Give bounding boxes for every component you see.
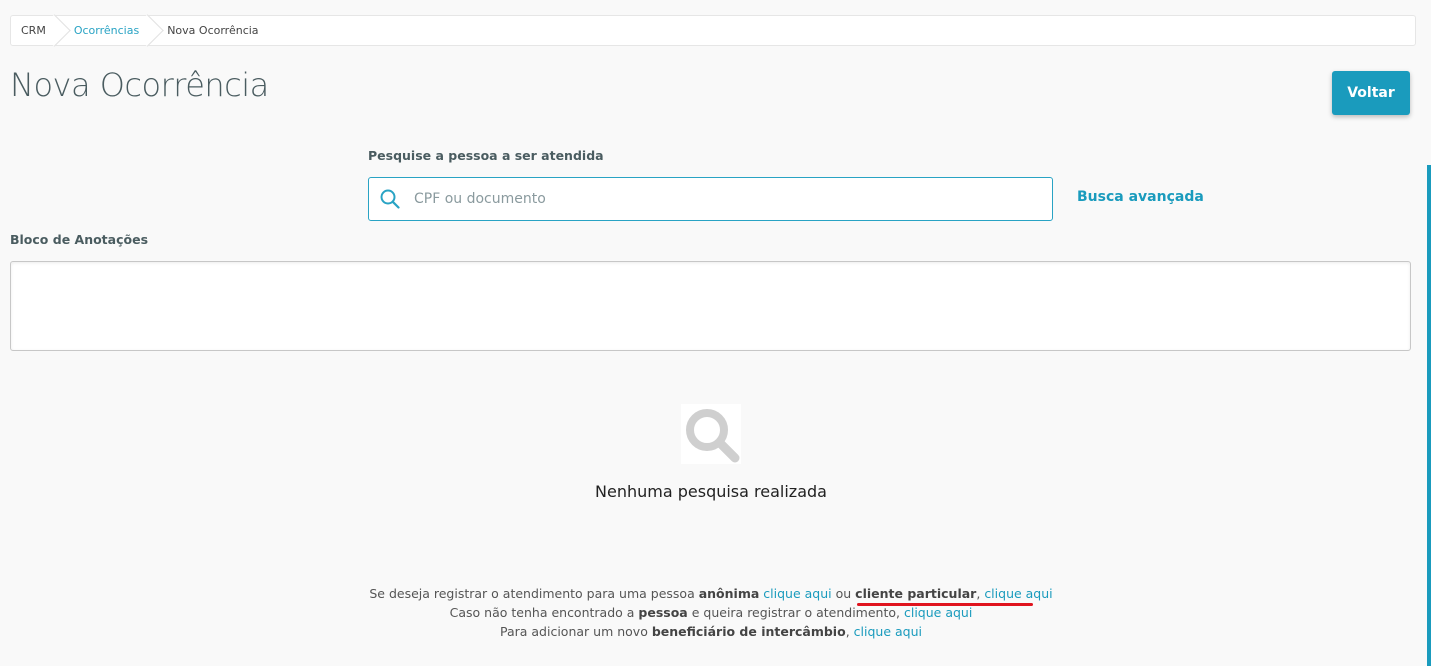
breadcrumb-item-current: Nova Ocorrência: [167, 24, 259, 37]
breadcrumb-item-ocorrencias[interactable]: Ocorrências: [60, 16, 153, 45]
scrollbar[interactable]: [1427, 165, 1431, 666]
anonymous-link[interactable]: clique aqui: [763, 586, 831, 601]
private-client-link[interactable]: clique aqui: [984, 586, 1052, 601]
breadcrumb: CRM Ocorrências Nova Ocorrência: [10, 15, 1416, 46]
info-line-person: Caso não tenha encontrado a pessoa e que…: [0, 605, 1422, 620]
search-icon: [380, 189, 400, 209]
empty-state-text: Nenhuma pesquisa realizada: [595, 482, 827, 501]
back-button[interactable]: Voltar: [1332, 71, 1410, 115]
info-text: Se deseja registrar o atendimento para u…: [369, 586, 695, 601]
search-input[interactable]: [412, 190, 1052, 208]
info-text: e queira registrar o atendimento,: [691, 605, 900, 620]
info-bold-exchange: beneficiário de intercâmbio: [651, 624, 846, 639]
info-bold-private-client: cliente particular: [855, 586, 977, 601]
info-text: ,: [976, 586, 981, 601]
search-field[interactable]: [368, 177, 1053, 221]
info-line-anonymous: Se deseja registrar o atendimento para u…: [0, 586, 1422, 601]
info-text: ,: [845, 624, 850, 639]
info-bold-anonymous: anônima: [698, 586, 760, 601]
exchange-beneficiary-link[interactable]: clique aqui: [854, 624, 922, 639]
breadcrumb-item-crm[interactable]: CRM: [11, 16, 60, 45]
info-text: Para adicionar um novo: [499, 624, 648, 639]
page-title: Nova Ocorrência: [10, 66, 269, 104]
info-line-exchange: Para adicionar um novo beneficiário de i…: [0, 624, 1422, 639]
info-bold-person: pessoa: [638, 605, 688, 620]
notes-label: Bloco de Anotações: [10, 232, 149, 247]
info-text: ou: [835, 586, 852, 601]
search-label: Pesquise a pessoa a ser atendida: [368, 148, 604, 163]
notes-textarea[interactable]: [10, 261, 1411, 351]
search-icon: [681, 404, 741, 464]
info-text: Caso não tenha encontrado a: [449, 605, 635, 620]
register-person-link[interactable]: clique aqui: [904, 605, 972, 620]
advanced-search-link[interactable]: Busca avançada: [1077, 189, 1204, 205]
